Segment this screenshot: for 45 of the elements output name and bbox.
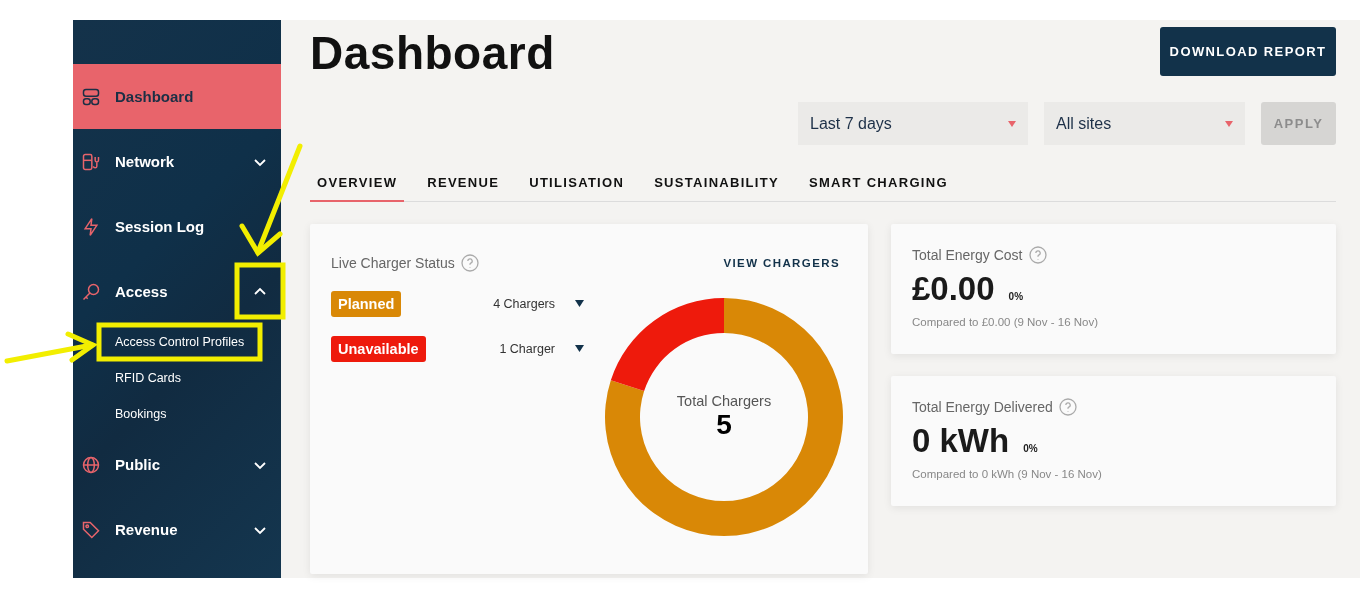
caret-icon[interactable] [575,300,584,307]
metric-change: 0% [1023,443,1038,454]
chart-center-label: Total Chargers [676,393,772,409]
metric-comparison: Compared to 0 kWh (9 Nov - 16 Nov) [912,468,1103,480]
tab[interactable]: SUSTAINABILITY [647,175,786,202]
caret-icon[interactable] [575,345,584,352]
nav-icon [81,86,101,107]
metric-value: 0 kWh [912,422,1010,460]
charger-count: 1 Charger [499,341,555,356]
dropdown-triangle-icon[interactable] [1225,120,1233,127]
metric-comparison: Compared to £0.00 (9 Nov - 16 Nov) [912,316,1099,328]
sidebar-subitem[interactable]: RFID Cards [73,360,281,396]
highlight-box [234,262,286,320]
sidebar-subitem[interactable]: Access Control Profiles [73,324,281,360]
dropdown-triangle-icon[interactable] [1008,120,1016,127]
nav-icon [81,519,101,540]
nav-icon [81,151,101,172]
chart-center-value: 5 [716,409,732,441]
period-select[interactable]: Last 7 days [798,102,1028,145]
sidebar-item[interactable]: Session Log [73,194,281,259]
charger-count: 4 Chargers [493,296,555,311]
sidebar-item[interactable]: Revenue [73,497,281,562]
nav-icon [81,454,101,475]
metric-value: £0.00 [912,270,995,308]
metric-change: 0% [1008,291,1024,302]
status-badge: Unavailable [331,335,426,362]
download-report-button[interactable]: DOWNLOAD REPORT [1160,27,1336,76]
nav-icon [81,281,101,302]
site-select[interactable]: All sites [1044,102,1245,145]
tab[interactable]: REVENUE [420,175,507,202]
status-badge: Planned [331,290,402,317]
sidebar-subitem[interactable]: Bookings [73,396,281,432]
tab[interactable]: OVERVIEW [310,175,405,202]
metric-title: Total Energy Delivered [912,399,1053,415]
tab[interactable]: UTILISATION [522,175,632,202]
sidebar-item[interactable]: Access [73,259,281,324]
metric-title: Total Energy Cost [912,247,1023,263]
sidebar-item[interactable]: Public [73,432,281,497]
nav-icon [81,216,101,237]
card-title: Live Charger Status [331,255,455,271]
tab[interactable]: SMART CHARGING [802,175,955,202]
page-title: Dashboard [310,26,555,80]
sidebar-item[interactable]: Network [73,129,281,194]
sidebar-item[interactable]: Dashboard [73,64,281,129]
view-chargers-link[interactable]: VIEW CHARGERS [723,257,840,269]
